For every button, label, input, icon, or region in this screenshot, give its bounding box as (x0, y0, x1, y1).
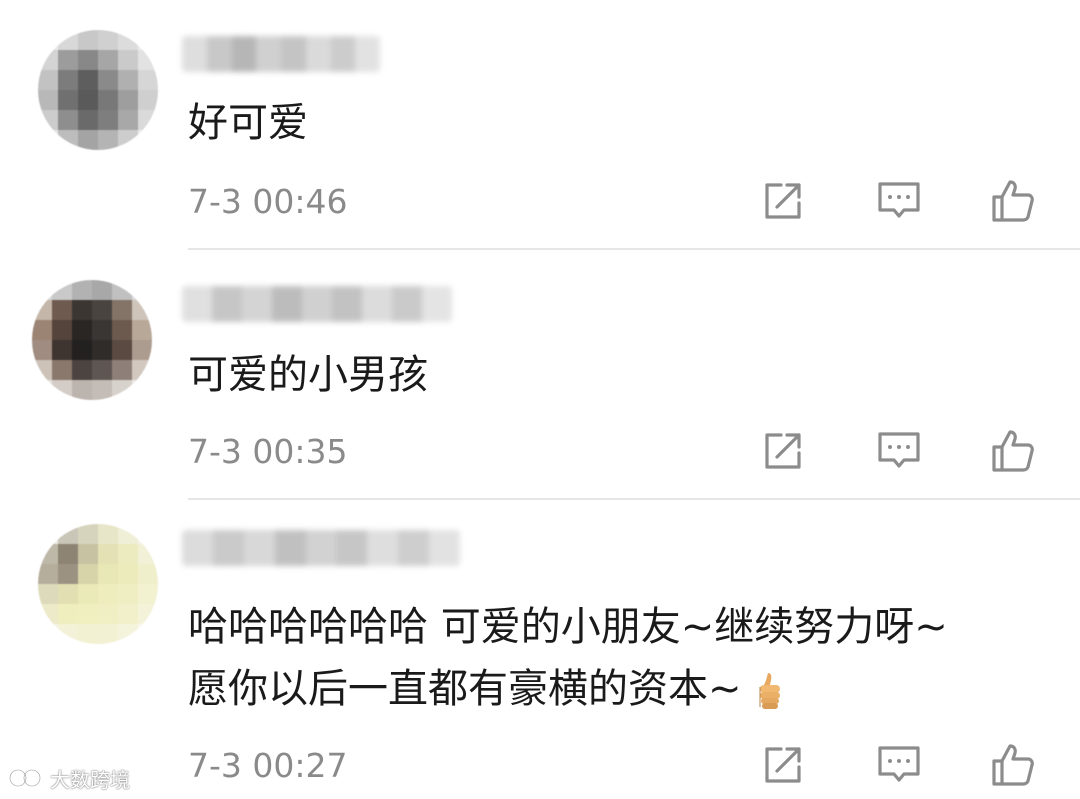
like-button[interactable] (988, 176, 1038, 226)
share-button[interactable] (758, 740, 808, 790)
thumbs-up-icon (992, 430, 1034, 472)
share-button[interactable] (758, 176, 808, 226)
comment-text-line2-content: 愿你以后一直都有豪横的资本~ (188, 666, 742, 712)
comment-item: 好可爱 7-3 00:46 (0, 0, 1080, 250)
comment-icon (878, 746, 920, 782)
comment-time: 7-3 00:27 (188, 746, 348, 785)
watermark: 大数跨境 (8, 764, 130, 792)
logo-icon (8, 768, 42, 788)
share-icon (765, 747, 801, 783)
comment-text-line1: 哈哈哈哈哈哈 可爱的小朋友~继续努力呀~ (188, 604, 948, 650)
comment-icon (878, 432, 920, 468)
comment-button[interactable] (874, 176, 924, 226)
comment-time: 7-3 00:46 (188, 182, 348, 221)
thumbs-up-icon (992, 180, 1034, 222)
comment-text: 好可爱 (188, 100, 308, 146)
username-blurred[interactable] (182, 530, 460, 566)
username-blurred[interactable] (182, 36, 380, 72)
avatar[interactable] (32, 280, 152, 400)
share-icon (765, 183, 801, 219)
comment-feed: 好可爱 7-3 00:46 可爱的小男孩 7-3 00:35 哈哈哈哈哈哈 可爱… (0, 0, 1080, 799)
like-button[interactable] (988, 426, 1038, 476)
comment-actions (758, 740, 1048, 790)
username-blurred[interactable] (182, 286, 452, 322)
like-button[interactable] (988, 740, 1038, 790)
comment-time: 7-3 00:35 (188, 432, 348, 471)
avatar[interactable] (38, 30, 158, 150)
comment-text-line2: 愿你以后一直都有豪横的资本~ (188, 658, 786, 720)
share-icon (765, 433, 801, 469)
comment-actions (758, 176, 1048, 226)
comment-item: 哈哈哈哈哈哈 可爱的小朋友~继续努力呀~ 愿你以后一直都有豪横的资本~ 7-3 … (0, 500, 1080, 799)
watermark-text: 大数跨境 (50, 767, 130, 792)
comment-button[interactable] (874, 740, 924, 790)
thumbs-up-icon (992, 744, 1034, 786)
comment-actions (758, 426, 1048, 476)
comment-text: 可爱的小男孩 (188, 352, 428, 398)
avatar[interactable] (38, 524, 158, 644)
thumbs-up-emoji-icon (759, 673, 781, 709)
comment-icon (878, 182, 920, 218)
comment-item: 可爱的小男孩 7-3 00:35 (0, 250, 1080, 500)
share-button[interactable] (758, 426, 808, 476)
comment-button[interactable] (874, 426, 924, 476)
